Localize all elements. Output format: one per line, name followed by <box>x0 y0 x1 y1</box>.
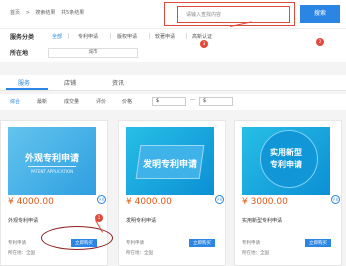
product-image[interactable]: 发明专利申请 <box>126 127 214 195</box>
product-image[interactable]: 实用新型 专利申请 <box>242 127 330 195</box>
annotation-marker-1: 1 <box>95 214 103 222</box>
sort-bar: 综合 最新 成交量 评价 价格 $ — $ <box>0 94 346 110</box>
category-hightech[interactable]: 高新认证 <box>192 33 212 40</box>
tab-news[interactable]: 资讯 <box>112 78 124 87</box>
product-name[interactable]: 外观专利申请 <box>8 217 38 224</box>
verified-badge-icon: 认证 <box>331 195 340 204</box>
product-name[interactable]: 发明专利申请 <box>126 217 156 224</box>
sort-overall[interactable]: 综合 <box>10 98 20 105</box>
sort-rating[interactable]: 评价 <box>96 98 106 105</box>
sort-latest[interactable]: 最新 <box>37 98 47 105</box>
category-software[interactable]: 软著申请 <box>155 33 175 40</box>
category-label: 服务分类 <box>10 34 35 41</box>
result-count: 共5条结果 <box>61 10 85 16</box>
product-type: 专利申请 <box>8 241 26 246</box>
category-copyright[interactable]: 版权申请 <box>117 33 137 40</box>
product-location: 所在地：全国 <box>126 251 153 256</box>
divider <box>186 33 187 39</box>
image-divider <box>28 166 76 167</box>
product-location: 所在地：全国 <box>242 251 269 256</box>
breadcrumb-separator: > <box>25 10 30 16</box>
product-price: ¥ 4000.00 <box>126 197 172 207</box>
product-image[interactable]: 外观专利申请 PATENT APPLICATION <box>8 127 96 195</box>
product-card[interactable]: 发明专利申请 认证 ¥ 4000.00 发明专利申请 专利申请 所在地：全国 立… <box>118 120 226 266</box>
product-price: ¥ 3000.00 <box>242 197 288 207</box>
annotation-highlight-search <box>164 2 295 26</box>
city-select[interactable]: 城市 <box>48 48 138 58</box>
image-title: 发明专利申请 <box>142 160 197 170</box>
sort-sales[interactable]: 成交量 <box>64 98 79 105</box>
annotation-highlight-buy <box>41 226 113 250</box>
product-type: 专利申请 <box>126 241 144 246</box>
verified-badge-icon: 认证 <box>97 195 106 204</box>
price-range-dash: — <box>190 97 195 103</box>
product-card[interactable]: 实用新型 专利申请 认证 ¥ 3000.00 实用新型专利申请 专利申请 所在地… <box>234 120 342 266</box>
image-title: 外观专利申请 <box>24 154 79 164</box>
filter-panel: 服务分类 全部 专利申请 版权申请 软著申请 高新认证 所在地 城市 <box>0 28 346 62</box>
image-subtitle: PATENT APPLICATION <box>30 169 74 174</box>
location-label: 所在地 <box>10 50 29 57</box>
product-price: ¥ 4000.00 <box>8 197 54 207</box>
product-name[interactable]: 实用新型专利申请 <box>242 217 282 224</box>
divider <box>110 33 111 39</box>
breadcrumb-home[interactable]: 首页 <box>10 10 20 16</box>
search-button[interactable]: 搜索 <box>300 5 340 23</box>
price-max-input[interactable]: $ <box>199 97 233 106</box>
result-tabs: 服务 店铺 资讯 <box>0 75 346 91</box>
breadcrumb-search-results[interactable]: 搜索结果 <box>35 10 55 16</box>
divider <box>149 33 150 39</box>
image-title-line2: 专利申请 <box>270 160 302 169</box>
category-all[interactable]: 全部 <box>52 33 62 40</box>
tab-shops[interactable]: 店铺 <box>64 78 76 87</box>
divider <box>68 33 69 39</box>
breadcrumb: 首页 > 搜索结果 共5条结果 <box>10 9 88 16</box>
annotation-marker-2: 2 <box>316 38 324 46</box>
active-tab-indicator <box>6 88 48 90</box>
verified-badge-icon: 认证 <box>215 195 224 204</box>
tab-services[interactable]: 服务 <box>18 78 30 87</box>
sort-price[interactable]: 价格 <box>122 98 132 105</box>
category-patent[interactable]: 专利申请 <box>78 33 98 40</box>
buy-now-button[interactable]: 立即购买 <box>189 239 215 247</box>
price-min-input[interactable]: $ <box>152 97 186 106</box>
buy-now-button[interactable]: 立即购买 <box>305 239 331 247</box>
product-location: 所在地：全国 <box>8 251 35 256</box>
annotation-marker-3: 3 <box>200 40 208 48</box>
image-title-line1: 实用新型 <box>270 148 302 157</box>
product-type: 专利申请 <box>242 241 260 246</box>
